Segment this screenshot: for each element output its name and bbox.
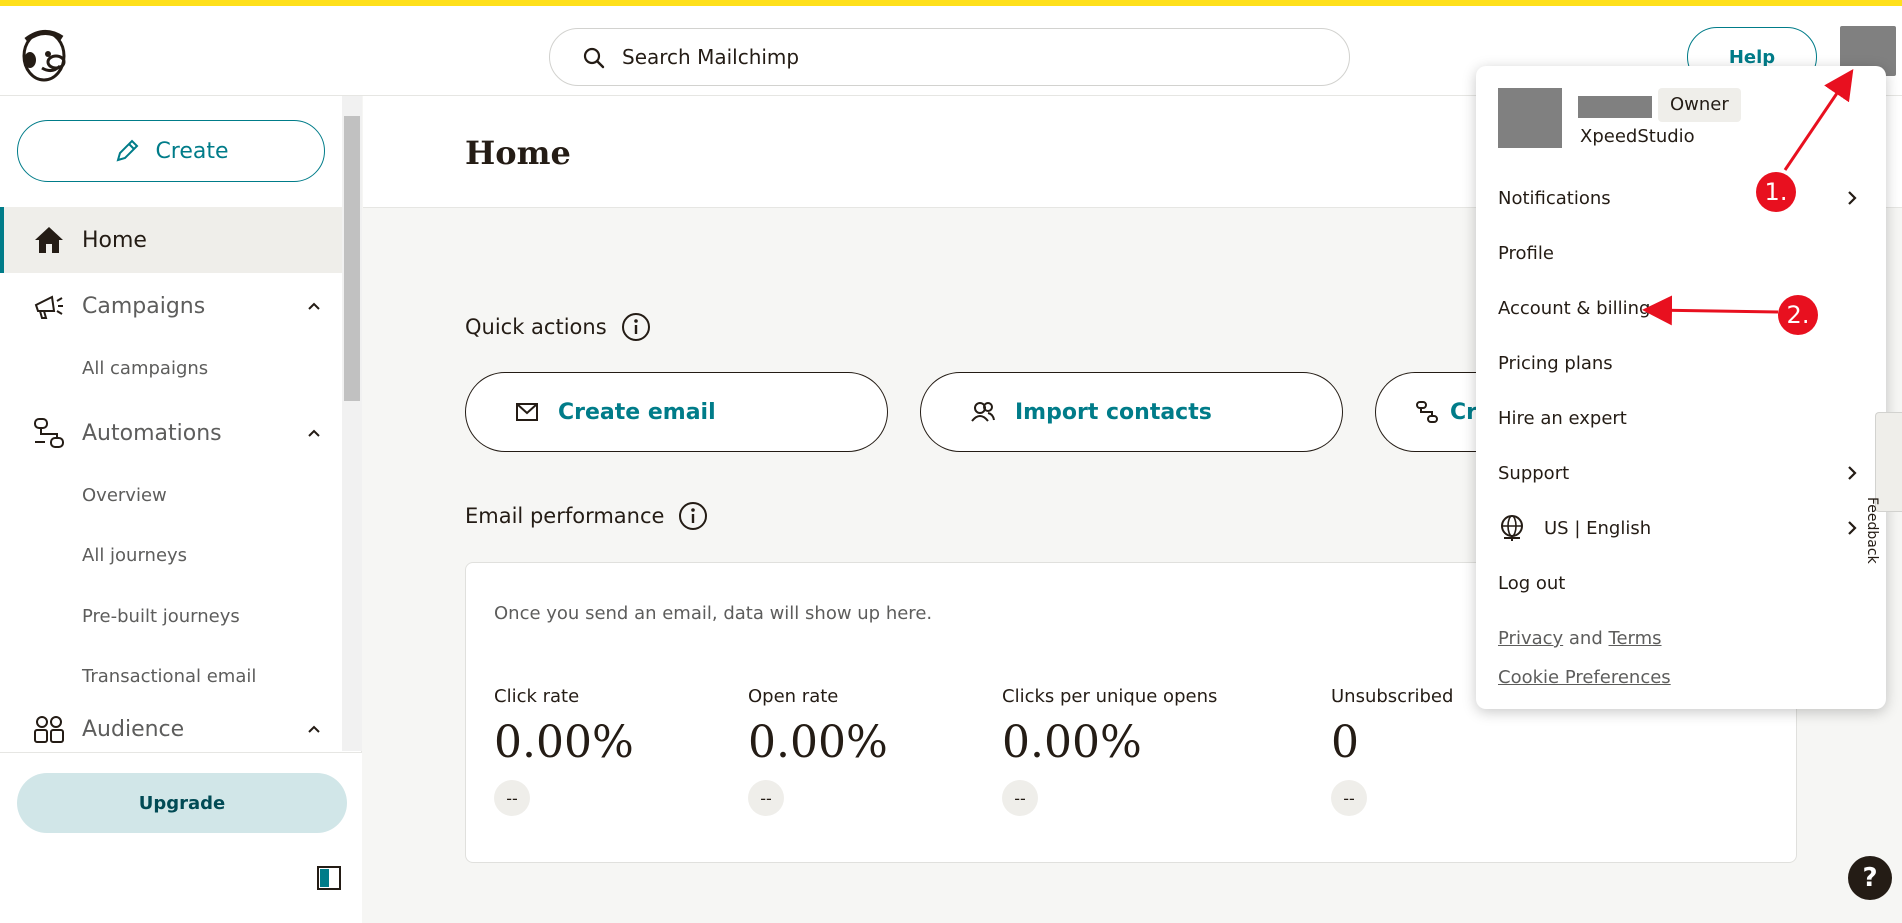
redacted-user-name [1578,96,1652,118]
menu-item-pricing-plans[interactable]: Pricing plans [1498,343,1868,383]
info-icon[interactable] [621,312,651,342]
sidebar-subitem-all-campaigns[interactable]: All campaigns [82,358,208,379]
menu-item-label: Pricing plans [1498,352,1613,374]
menu-item-label: Account & billing [1498,297,1651,319]
sidebar: Create Home Campaigns All campaigns Auto… [0,96,362,923]
help-chat-button[interactable]: ? [1848,856,1892,900]
import-contacts-button[interactable]: Import contacts [920,372,1343,452]
metric-unsubscribed: Unsubscribed 0 -- [1331,686,1453,816]
avatar [1498,88,1562,148]
privacy-link[interactable]: Privacy [1498,628,1563,649]
sidebar-item-home[interactable]: Home [0,207,342,273]
menu-item-label: Log out [1498,572,1566,594]
account-dropdown-menu: Owner XpeedStudio Notifications Profile … [1476,66,1886,709]
contacts-icon [971,402,995,422]
metric-value: 0.00% [748,717,888,768]
menu-item-label: Hire an expert [1498,407,1627,429]
feedback-label: Feedback [1864,497,1880,564]
role-badge: Owner [1658,88,1741,122]
envelope-icon [516,403,538,421]
sidebar-item-label: Audience [82,716,185,742]
menu-item-hire-an-expert[interactable]: Hire an expert [1498,398,1868,438]
sidebar-scrollbar-thumb[interactable] [344,116,360,401]
sidebar-subitem-overview[interactable]: Overview [82,485,167,506]
create-automation-button[interactable]: Cr [1375,372,1485,452]
create-email-button[interactable]: Create email [465,372,888,452]
sidebar-item-label: Home [82,227,147,253]
create-button[interactable]: Create [17,120,325,182]
sidebar-item-audience[interactable]: Audience [0,706,342,752]
metric-delta-badge: -- [1331,780,1367,816]
chevron-up-icon[interactable] [306,425,322,441]
search-bar[interactable] [549,28,1350,86]
chevron-up-icon[interactable] [306,298,322,314]
annotation-badge-2: 2. [1778,295,1818,335]
metric-delta-badge: -- [748,780,784,816]
menu-item-language[interactable]: US | English [1498,508,1868,548]
metric-value: 0 [1331,717,1359,768]
menu-item-label: US | English [1544,517,1652,539]
menu-item-profile[interactable]: Profile [1498,233,1868,273]
terms-link[interactable]: Terms [1609,628,1662,649]
sidebar-item-campaigns[interactable]: Campaigns [0,273,342,339]
menu-item-notifications[interactable]: Notifications [1498,178,1868,218]
metric-label: Unsubscribed [1331,686,1454,707]
quick-actions-heading: Quick actions [465,312,651,342]
search-icon [583,47,605,69]
menu-item-support[interactable]: Support [1498,453,1868,493]
sidebar-item-label: Campaigns [82,293,206,319]
sidebar-subitem-transactional-email[interactable]: Transactional email [82,666,256,687]
audience-icon [34,716,64,743]
create-button-label: Create [155,138,229,164]
sidebar-subitem-pre-built-journeys[interactable]: Pre-built journeys [82,606,240,627]
pencil-icon [116,139,139,162]
automation-icon [34,418,64,448]
email-performance-heading: Email performance [465,501,708,531]
create-email-label: Create email [558,399,716,425]
metric-click-rate: Click rate 0.00% -- [494,686,634,816]
import-contacts-label: Import contacts [1015,399,1212,425]
layout-toggle-icon[interactable] [317,866,341,890]
metric-value: 0.00% [494,717,634,768]
email-performance-title: Email performance [465,504,665,528]
sidebar-item-automations[interactable]: Automations [0,400,342,466]
legal-and-text: and [1568,628,1603,649]
sidebar-item-label: Automations [82,420,222,446]
upgrade-button[interactable]: Upgrade [17,773,347,833]
empty-state-text: Once you send an email, data will show u… [494,603,933,624]
menu-item-label: Support [1498,462,1570,484]
sidebar-subitem-all-journeys[interactable]: All journeys [82,545,187,566]
quick-actions-title: Quick actions [465,315,607,339]
metric-label: Clicks per unique opens [1002,686,1218,707]
page-title: Home [465,134,571,172]
menu-item-log-out[interactable]: Log out [1498,563,1868,603]
search-input[interactable] [622,45,1322,69]
metric-open-rate: Open rate 0.00% -- [748,686,888,816]
mailchimp-logo-icon[interactable] [16,26,72,84]
chevron-right-icon [1848,191,1857,205]
metric-label: Click rate [494,686,580,707]
sidebar-footer: Upgrade [0,752,362,923]
annotation-badge-1: 1. [1756,172,1796,212]
chevron-right-icon [1848,466,1857,480]
menu-item-label: Notifications [1498,187,1611,209]
metric-clicks-per-unique-opens: Clicks per unique opens 0.00% -- [1002,686,1217,816]
metric-delta-badge: -- [1002,780,1038,816]
organization-name: XpeedStudio [1580,126,1695,147]
menu-item-label: Profile [1498,242,1554,264]
metric-delta-badge: -- [494,780,530,816]
feedback-tab[interactable]: Feedback [1864,412,1902,564]
megaphone-icon [34,295,63,319]
metric-value: 0.00% [1002,717,1142,768]
chevron-up-icon[interactable] [306,721,322,737]
legal-links: Privacy and Terms [1498,628,1662,649]
chevron-right-icon [1848,521,1857,535]
info-icon[interactable] [678,501,708,531]
home-icon [35,227,63,253]
automation-icon [1416,401,1438,423]
create-automation-label: Cr [1450,399,1477,425]
metric-label: Open rate [748,686,839,707]
cookie-preferences-link[interactable]: Cookie Preferences [1498,667,1671,688]
globe-icon [1501,515,1523,541]
